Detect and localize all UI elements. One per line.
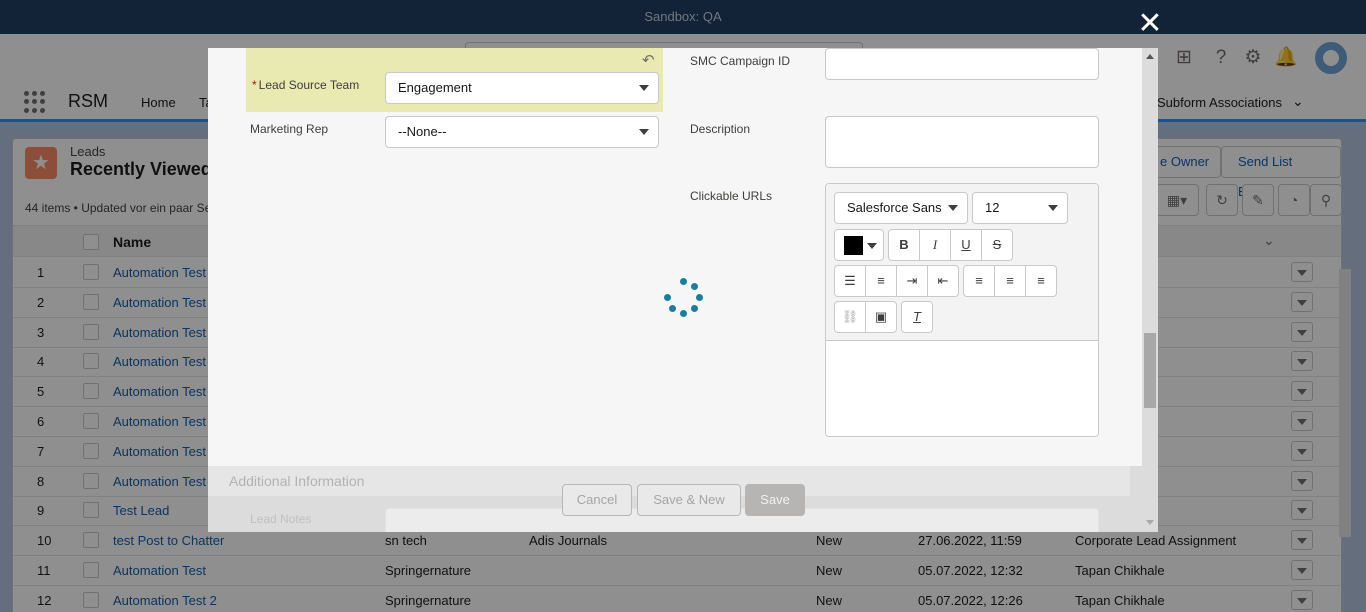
spinner-dot	[664, 294, 671, 301]
underline-button[interactable]: U	[950, 229, 982, 261]
strikethrough-button[interactable]: S	[981, 229, 1013, 261]
text-color-button[interactable]	[834, 229, 884, 261]
bulleted-list-icon[interactable]: ☰	[834, 265, 866, 297]
spinner-dot	[696, 294, 703, 301]
align-center-icon[interactable]: ≡	[994, 265, 1026, 297]
align-right-icon[interactable]: ≡	[1025, 265, 1057, 297]
scroll-down-icon[interactable]	[1146, 520, 1154, 525]
bold-button[interactable]: B	[888, 229, 920, 261]
clickable-urls-label: Clickable URLs	[690, 189, 773, 203]
loading-spinner-icon	[664, 278, 704, 318]
description-label: Description	[690, 122, 751, 136]
rte-toolbar: Salesforce Sans 12 B I U S ☰ ≡ ⇥ ⇤ ≡ ≡ ≡…	[826, 184, 1098, 341]
link-icon[interactable]: ⛓	[834, 301, 866, 333]
lead-source-team-label: * Lead Source Team	[252, 78, 360, 92]
scrollbar-thumb[interactable]	[1144, 333, 1156, 408]
modal-body: ↶ * Lead Source Team Engagement Marketing…	[208, 48, 1142, 466]
font-family-select[interactable]: Salesforce Sans	[834, 192, 968, 224]
numbered-list-icon[interactable]: ≡	[865, 265, 897, 297]
lead-source-team-select[interactable]: Engagement	[385, 72, 659, 104]
clear-formatting-icon[interactable]: T	[901, 301, 933, 333]
marketing-rep-label: Marketing Rep	[250, 122, 329, 136]
rte-content-area[interactable]	[826, 342, 1098, 436]
outdent-icon[interactable]: ⇤	[927, 265, 959, 297]
spinner-dot	[691, 282, 699, 290]
spinner-dot	[668, 305, 676, 313]
clickable-urls-rich-text-editor: Salesforce Sans 12 B I U S ☰ ≡ ⇥ ⇤ ≡ ≡ ≡…	[825, 183, 1099, 437]
image-icon[interactable]: ▣	[865, 301, 897, 333]
dropdown-caret-icon	[867, 243, 877, 249]
color-swatch	[844, 236, 863, 255]
dropdown-caret-icon	[948, 205, 958, 211]
scroll-up-icon[interactable]	[1146, 54, 1154, 59]
dropdown-caret-icon	[1048, 205, 1058, 211]
smc-campaign-id-label: SMC Campaign ID	[690, 54, 791, 68]
cancel-button[interactable]: Cancel	[562, 484, 632, 516]
spinner-dot	[691, 305, 699, 313]
modal-scrollbar[interactable]	[1142, 48, 1158, 532]
spinner-dot	[680, 310, 687, 317]
save-and-new-button[interactable]: Save & New	[637, 484, 741, 516]
font-size-select[interactable]: 12	[972, 192, 1068, 224]
save-button[interactable]: Save	[745, 484, 805, 516]
undo-icon[interactable]: ↶	[642, 51, 655, 69]
italic-button[interactable]: I	[919, 229, 951, 261]
modal-footer: Cancel Save & New Save	[208, 484, 1142, 516]
spinner-dot	[680, 278, 687, 285]
marketing-rep-select[interactable]: --None--	[385, 116, 659, 148]
close-icon[interactable]: ✕	[1136, 9, 1164, 39]
align-left-icon[interactable]: ≡	[963, 265, 995, 297]
dropdown-caret-icon	[639, 85, 649, 91]
indent-icon[interactable]: ⇥	[896, 265, 928, 297]
dropdown-caret-icon	[639, 129, 649, 135]
description-textarea[interactable]	[825, 116, 1099, 168]
required-indicator: *	[252, 78, 257, 92]
smc-campaign-id-input[interactable]	[825, 48, 1099, 80]
